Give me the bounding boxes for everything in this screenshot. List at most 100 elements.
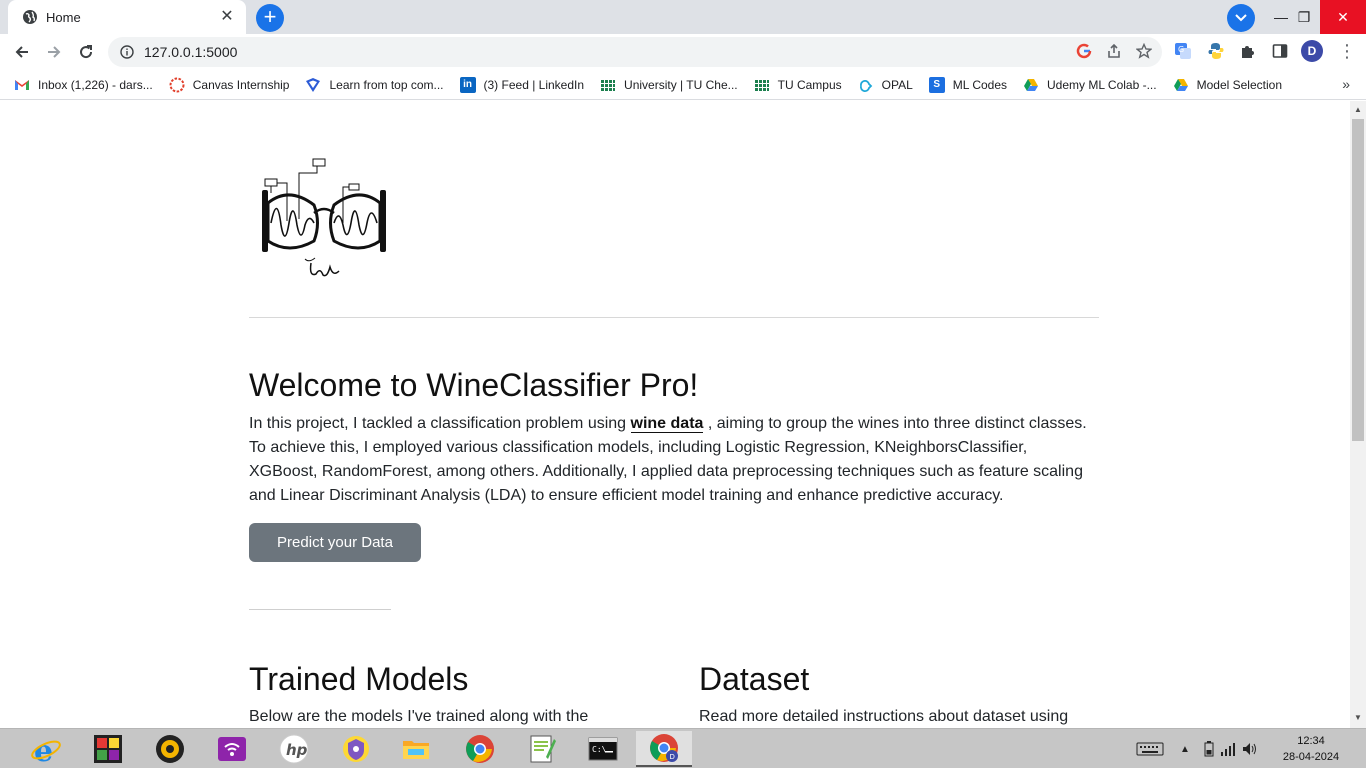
page-viewport: Welcome to WineClassifier Pro! In this p… (0, 101, 1350, 728)
bookmark-learn[interactable]: Learn from top com... (305, 77, 444, 93)
volume-icon[interactable] (1242, 742, 1258, 756)
tab-search-button[interactable] (1227, 4, 1255, 32)
forward-button[interactable] (40, 38, 68, 66)
clock-time: 12:34 (1297, 735, 1325, 747)
hp-icon[interactable]: hp (266, 731, 322, 767)
wine-data-link[interactable]: wine data (630, 415, 704, 433)
close-window-button[interactable]: ✕ (1320, 0, 1366, 34)
restore-button[interactable]: ❐ (1284, 0, 1324, 34)
tab-bar: Home ✕ + — ❐ ✕ (0, 0, 1366, 34)
bookmark-label: Inbox (1,226) - dars... (38, 77, 153, 92)
notepad-plus-plus-icon[interactable] (514, 731, 570, 767)
app-grid-icon[interactable] (80, 731, 136, 767)
translate-extension-icon[interactable]: G (1172, 40, 1194, 62)
tu-campus-icon (754, 77, 770, 93)
svg-text:C:\: C:\ (592, 745, 607, 754)
network-icon[interactable] (1220, 742, 1236, 756)
bookmark-label: Learn from top com... (329, 77, 444, 92)
bookmark-label: Model Selection (1196, 77, 1282, 92)
divider (249, 317, 1099, 318)
canvas-icon (169, 77, 185, 93)
share-icon[interactable] (1106, 43, 1122, 59)
dataset-heading: Dataset (699, 661, 810, 697)
media-player-icon[interactable] (142, 731, 198, 767)
tab-home[interactable]: Home ✕ (8, 0, 246, 34)
scroll-down-icon[interactable]: ▼ (1354, 713, 1362, 722)
bookmark-label: University | TU Che... (624, 77, 738, 92)
more-bookmarks-icon[interactable]: » (1342, 76, 1350, 92)
page-title: Welcome to WineClassifier Pro! (249, 367, 699, 403)
side-panel-icon[interactable] (1269, 40, 1291, 62)
battery-icon[interactable] (1204, 741, 1214, 757)
predict-data-button[interactable]: Predict your Data (249, 523, 421, 562)
linkedin-icon: in (459, 76, 476, 93)
bookmark-label: OPAL (881, 77, 913, 92)
bookmark-university[interactable]: University | TU Che... (600, 77, 738, 93)
keyboard-icon[interactable] (1136, 741, 1164, 757)
taskbar-clock[interactable]: 12:34 28-04-2024 (1276, 733, 1346, 765)
wifi-app-icon[interactable] (204, 731, 260, 767)
dataset-text: Read more detailed instructions about da… (699, 708, 1069, 725)
svg-text:G: G (1178, 45, 1184, 54)
bookmark-label: Canvas Internship (192, 77, 290, 92)
python-extension-icon[interactable] (1205, 40, 1227, 62)
bookmark-label: (3) Feed | LinkedIn (483, 77, 585, 92)
svg-text:D: D (670, 753, 675, 761)
bookmark-tu-campus[interactable]: TU Campus (754, 77, 842, 93)
google-drive-icon (1023, 77, 1039, 93)
bookmark-label: Udemy ML Colab -... (1047, 77, 1157, 92)
profile-avatar[interactable]: D (1301, 40, 1323, 62)
svg-text:hp: hp (286, 741, 308, 759)
clock-date: 28-04-2024 (1282, 751, 1340, 763)
scroll-up-icon[interactable]: ▲ (1354, 105, 1362, 114)
wine-glasses-logo (262, 158, 386, 277)
bookmark-linkedin[interactable]: in (3) Feed | LinkedIn (459, 76, 585, 93)
bookmark-model-selection[interactable]: Model Selection (1173, 77, 1282, 93)
vertical-scrollbar[interactable]: ▲ ▼ (1350, 101, 1366, 728)
chrome-profile-icon[interactable]: D (636, 731, 692, 767)
info-icon[interactable] (120, 45, 134, 59)
intro-paragraph: In this project, I tackled a classificat… (249, 412, 1099, 508)
extensions-puzzle-icon[interactable] (1237, 40, 1259, 62)
tab-title: Home (46, 9, 81, 25)
file-explorer-icon[interactable] (388, 731, 444, 767)
trained-models-heading: Trained Models (249, 661, 469, 697)
bookmark-canvas-internship[interactable]: Canvas Internship (169, 77, 290, 93)
section-divider (249, 609, 391, 610)
tab-close-icon[interactable]: ✕ (218, 8, 236, 26)
browser-menu-icon[interactable]: ⋮ (1336, 40, 1358, 62)
command-prompt-icon[interactable]: C:\ (575, 731, 631, 767)
bookmark-ml-codes[interactable]: S ML Codes (928, 76, 1007, 93)
learn-icon (305, 77, 321, 93)
show-hidden-icons-icon[interactable]: ▲ (1180, 744, 1190, 755)
bookmark-opal[interactable]: OPAL (858, 77, 913, 93)
tu-icon (600, 77, 616, 93)
reload-icon (80, 45, 93, 59)
google-drive-icon (1173, 77, 1189, 93)
scroll-thumb[interactable] (1352, 119, 1364, 441)
internet-explorer-icon[interactable]: e (18, 731, 74, 767)
bookmark-inbox[interactable]: Inbox (1,226) - dars... (14, 77, 153, 93)
ml-codes-icon: S (928, 76, 945, 93)
bookmarks-bar: Inbox (1,226) - dars... Canvas Internshi… (0, 70, 1366, 100)
opal-icon (858, 77, 874, 93)
url-text: 127.0.0.1:5000 (144, 44, 238, 60)
globe-icon (23, 10, 37, 24)
address-bar[interactable]: 127.0.0.1:5000 (108, 37, 1162, 67)
reload-button[interactable] (72, 38, 100, 66)
windows-taskbar: e hp C:\ D ▲ 12:34 28-04-2024 (0, 728, 1366, 768)
forward-arrow-icon (48, 46, 61, 58)
chrome-icon[interactable] (452, 731, 508, 767)
trained-models-text: Below are the models I've trained along … (249, 708, 589, 725)
vpn-icon[interactable] (328, 731, 384, 767)
system-tray: ▲ (1136, 729, 1258, 769)
bookmark-label: TU Campus (777, 77, 842, 92)
back-arrow-icon (15, 46, 28, 58)
back-button[interactable] (8, 38, 36, 66)
intro-text-before: In this project, I tackled a classificat… (249, 415, 631, 432)
bookmark-udemy-ml-colab[interactable]: Udemy ML Colab -... (1023, 77, 1157, 93)
google-lens-icon[interactable] (1076, 43, 1092, 59)
star-icon[interactable] (1136, 43, 1152, 59)
new-tab-button[interactable]: + (256, 4, 284, 32)
chevron-down-icon (1235, 14, 1247, 22)
